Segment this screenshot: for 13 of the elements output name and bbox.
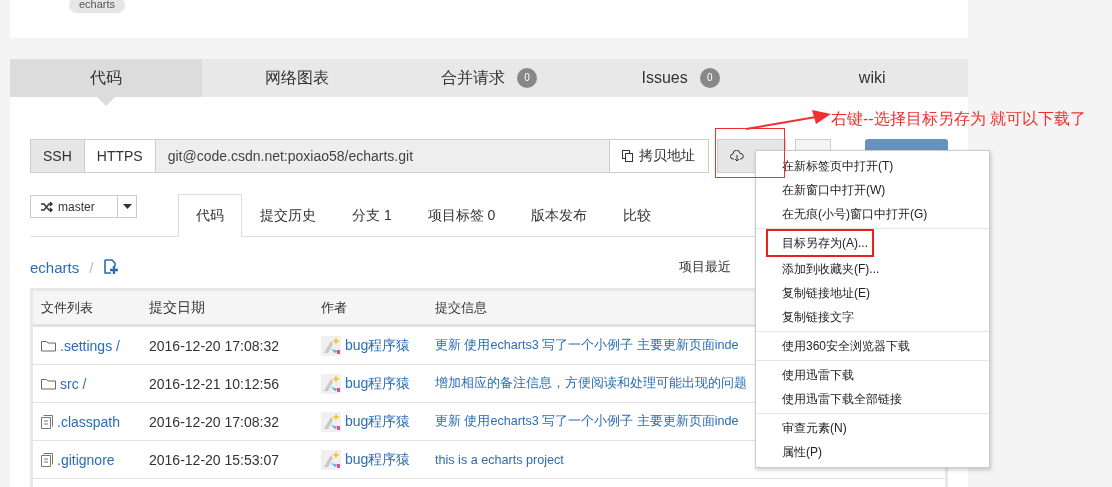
count-badge: 0 bbox=[699, 68, 720, 88]
branch-name: master bbox=[58, 199, 95, 214]
date-cell-text: 2016-12-20 17:08:32 bbox=[148, 337, 280, 354]
breadcrumb-separator: / bbox=[89, 258, 94, 276]
column-header: 文件列表 bbox=[40, 298, 94, 317]
count-badge: 0 bbox=[517, 68, 537, 88]
recent-label: 项目最近 bbox=[679, 258, 732, 276]
column-header: 作者 bbox=[320, 298, 348, 317]
date-cell-text: 2016-12-20 17:08:32 bbox=[148, 413, 280, 430]
column-header: 提交日期 bbox=[148, 298, 206, 317]
date-cell-text: 2016-12-20 15:53:07 bbox=[148, 451, 280, 468]
annotation-text: 右键--选择目标另存为 就可以下载了 bbox=[831, 109, 1087, 129]
date-cell-text: 2016-12-21 10:12:56 bbox=[148, 375, 280, 392]
